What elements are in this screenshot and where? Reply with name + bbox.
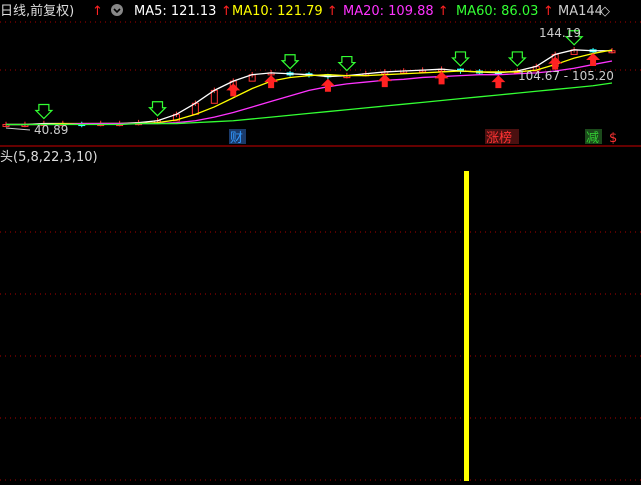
indicator-label: 头(5,8,22,3,10) [0, 150, 98, 165]
tag-cai[interactable]: 财 [230, 131, 243, 146]
period-label: 日线,前复权) [0, 3, 74, 19]
buy-signal-icon [377, 74, 392, 88]
chart-header: 日线,前复权) ↑ MA5: 121.13 ↑ MA10: 121.79 ↑ MA20:… [0, 3, 610, 19]
ma-legend: MA5: 121.13 ↑ MA10: 121.79 ↑ MA20: 109.88 ↑ MA… [134, 4, 610, 19]
up-arrow-icon: ↑ [92, 4, 103, 19]
buy-signal-icon [226, 83, 241, 97]
tag-jian[interactable]: 减 [586, 131, 599, 146]
diamond-icon: ◇ [600, 4, 610, 19]
ma-legend-ma5: MA5: 121.13 [134, 4, 216, 19]
buy-signal-icon [548, 56, 563, 70]
price-range-label: 104.67 - 105.20 [518, 69, 614, 83]
buy-signal-icon [264, 75, 279, 89]
up-arrow-icon: ↑ [438, 4, 449, 19]
tag-zhangbang[interactable]: 涨榜 [486, 130, 512, 146]
tag-dollar[interactable]: $ [609, 131, 617, 146]
ma-line-ma60 [6, 82, 613, 126]
ma-legend-ma20: MA20: 109.88 [343, 4, 434, 19]
sell-signal-icon [507, 51, 527, 67]
ma-legend-ma10: MA10: 121.79 [232, 4, 323, 19]
sell-signal-icon [34, 103, 54, 120]
buy-signal-icon [434, 71, 449, 85]
price-high-label: 144.19 [539, 26, 581, 40]
settings-icon[interactable] [111, 4, 123, 16]
buy-signal-icon [320, 78, 335, 92]
up-arrow-icon: ↑ [327, 4, 338, 19]
price-panel: 144.19 104.67 - 105.20 40.89 [2, 26, 616, 137]
up-arrow-icon: ↑ [221, 4, 232, 19]
event-tags: 财 涨榜 减 $ [229, 129, 617, 146]
indicator-panel: 头(5,8,22,3,10) [0, 150, 469, 481]
low-pointer [5, 127, 31, 131]
ma-legend-ma144: MA144 [558, 4, 603, 19]
up-arrow-icon: ↑ [543, 4, 554, 19]
sell-signal-icon [451, 51, 470, 67]
indicator-bar [464, 171, 469, 481]
sell-signal-icon [280, 54, 300, 70]
price-low-label: 40.89 [34, 123, 68, 137]
sell-signal-icon [337, 55, 357, 72]
ma-legend-ma60: MA60: 86.03 [456, 4, 538, 19]
sell-signal-icon [148, 101, 167, 117]
stock-chart: 日线,前复权) ↑ MA5: 121.13 ↑ MA10: 121.79 ↑ MA20:… [0, 3, 641, 481]
buy-signal-icon [491, 75, 506, 89]
